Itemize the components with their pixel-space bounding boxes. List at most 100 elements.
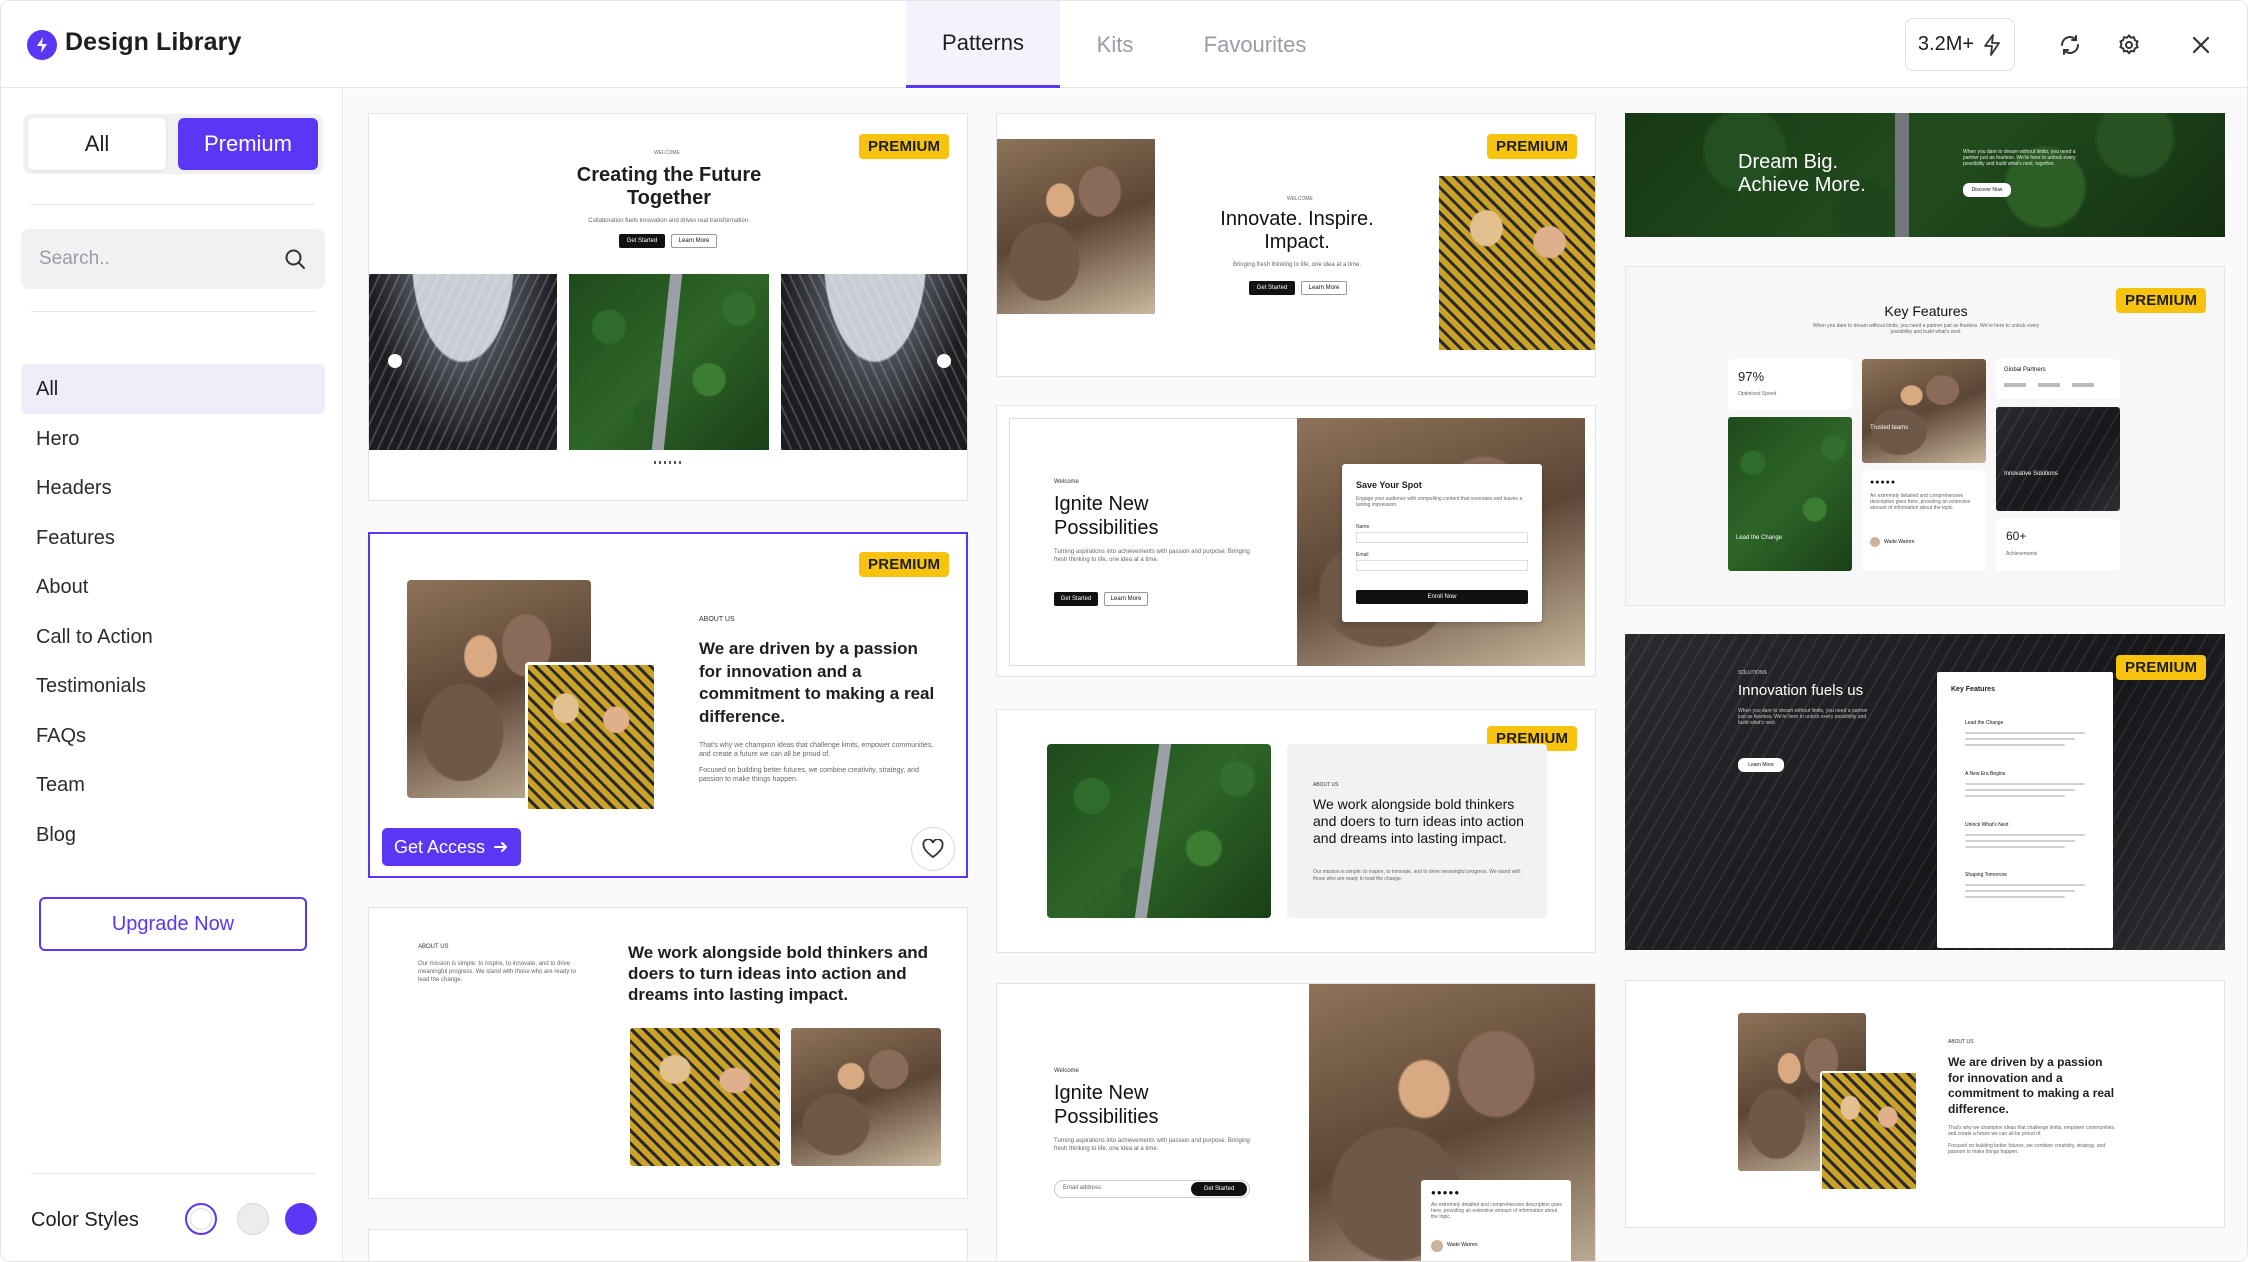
carousel-image bbox=[569, 274, 769, 450]
category-about[interactable]: About bbox=[21, 562, 325, 612]
card-title: Dream Big. Achieve More. bbox=[1738, 151, 1866, 196]
pattern-card-hero-testimonial[interactable]: Welcome Ignite New Possibilities Turning… bbox=[996, 983, 1596, 1261]
learn-more-button: Learn More bbox=[671, 234, 717, 248]
feature-label: Innovative Solutions bbox=[2004, 471, 2058, 477]
learn-more-button: Learn More bbox=[1738, 758, 1784, 772]
stat-card: 60+ Achievements bbox=[1996, 519, 2120, 571]
get-access-button[interactable]: Get Access bbox=[382, 828, 522, 866]
feature-item: Lead the Change bbox=[1965, 720, 2004, 726]
carousel-dots bbox=[654, 461, 684, 464]
card-eyebrow: ABOUT US bbox=[418, 944, 449, 950]
search-icon[interactable] bbox=[283, 247, 307, 271]
testimonial-quote: An extremely detailed and comprehensive … bbox=[1431, 1202, 1562, 1220]
panel-title: Key Features bbox=[1951, 686, 1995, 693]
tab-patterns[interactable]: Patterns bbox=[906, 1, 1060, 88]
card-text: Our mission is simple: to inspire, to in… bbox=[418, 961, 576, 983]
card-eyebrow: Welcome bbox=[1054, 1068, 1079, 1074]
tab-kits[interactable]: Kits bbox=[1060, 1, 1170, 88]
pattern-card-about-passion[interactable]: PREMIUM ABOUT US We are driven by a pass… bbox=[368, 532, 968, 878]
stat-card: 97% Optimised Speed bbox=[1728, 359, 1852, 409]
carousel-prev-icon bbox=[388, 354, 402, 368]
card-title: We work alongside bold thinkers and doer… bbox=[1313, 796, 1524, 846]
stat-value: 60+ bbox=[2006, 529, 2027, 543]
premium-badge: PREMIUM bbox=[859, 134, 950, 159]
card-text: That's why we champion ideas that challe… bbox=[699, 742, 934, 758]
pattern-card-hero-innovate[interactable]: PREMIUM WELCOME Innovate. Inspire. Impac… bbox=[996, 113, 1596, 377]
upgrade-now-button[interactable]: Upgrade Now bbox=[39, 897, 307, 951]
carousel-next-icon bbox=[937, 354, 951, 368]
premium-badge: PREMIUM bbox=[859, 552, 950, 577]
category-all[interactable]: All bbox=[21, 364, 325, 414]
get-access-label: Get Access bbox=[394, 836, 486, 857]
pattern-card-partial[interactable] bbox=[368, 1229, 968, 1261]
star-rating: ●●●●● bbox=[1870, 479, 1897, 486]
arrow-right-icon bbox=[494, 842, 508, 852]
card-eyebrow: SOLUTIONS bbox=[1738, 670, 1767, 676]
features-panel: Key Features Lead the Change A New Era B… bbox=[1937, 672, 2113, 948]
color-swatch-gray[interactable] bbox=[237, 1203, 269, 1235]
card-title: Innovate. Inspire. Impact. bbox=[1220, 208, 1374, 253]
favourite-heart-icon[interactable] bbox=[911, 827, 955, 871]
pattern-card-about-thinkers[interactable]: ABOUT US Our mission is simple: to inspi… bbox=[368, 907, 968, 1199]
filter-premium-button[interactable]: Premium bbox=[178, 118, 318, 170]
pattern-card-about-passion-2[interactable]: ABOUT US We are driven by a passion for … bbox=[1625, 980, 2225, 1228]
settings-gear-icon[interactable] bbox=[2114, 30, 2144, 60]
category-hero[interactable]: Hero bbox=[21, 414, 325, 464]
category-faqs[interactable]: FAQs bbox=[21, 711, 325, 761]
partners-card: Global Partners bbox=[1996, 359, 2120, 399]
card-text: Focused on building better futures, we c… bbox=[699, 767, 919, 783]
category-testimonials[interactable]: Testimonials bbox=[21, 661, 325, 711]
card-eyebrow: WELCOME bbox=[654, 150, 680, 156]
avatar bbox=[1870, 537, 1880, 547]
get-started-button: Get Started bbox=[1191, 1182, 1247, 1196]
form-field-label: Email bbox=[1356, 552, 1369, 558]
about-image-2 bbox=[525, 662, 657, 812]
usage-count-button[interactable]: 3.2M+ bbox=[1905, 18, 2015, 71]
category-team[interactable]: Team bbox=[21, 760, 325, 810]
bolt-icon bbox=[1984, 33, 2000, 56]
hero-background bbox=[1625, 113, 2225, 237]
pattern-card-key-features[interactable]: PREMIUM Key Features When you dare to dr… bbox=[1625, 266, 2225, 606]
pattern-card-hero-dream[interactable]: Dream Big. Achieve More. When you dare t… bbox=[1625, 113, 2225, 237]
close-icon[interactable] bbox=[2186, 30, 2216, 60]
testimonial-quote: An extremely detailed and comprehensive … bbox=[1870, 493, 1971, 511]
pattern-card-features-dark[interactable]: PREMIUM SOLUTIONS Innovation fuels us Wh… bbox=[1625, 634, 2225, 950]
card-eyebrow: ABOUT US bbox=[1313, 782, 1339, 788]
pattern-card-hero-form[interactable]: Welcome Ignite New Possibilities Turning… bbox=[996, 405, 1596, 677]
form-subtitle: Engage your audience with compelling con… bbox=[1356, 496, 1523, 508]
about-image-1 bbox=[630, 1028, 780, 1166]
category-headers[interactable]: Headers bbox=[21, 463, 325, 513]
search-box bbox=[21, 229, 325, 289]
partners-label: Global Partners bbox=[2004, 367, 2046, 373]
filter-all-button[interactable]: All bbox=[28, 118, 166, 170]
logo-icon bbox=[27, 30, 57, 60]
category-call-to-action[interactable]: Call to Action bbox=[21, 612, 325, 662]
tab-favourites[interactable]: Favourites bbox=[1170, 1, 1340, 88]
discover-now-button: Discover Now bbox=[1963, 183, 2011, 197]
color-swatch-light[interactable] bbox=[185, 1203, 217, 1235]
testimonial-name: Wade Warren bbox=[1884, 539, 1915, 545]
about-image bbox=[1047, 744, 1271, 918]
usage-count: 3.2M+ bbox=[1917, 33, 1975, 55]
color-swatch-purple[interactable] bbox=[285, 1203, 317, 1235]
feature-label: Trusted teams bbox=[1870, 425, 1909, 431]
card-text: Our mission is simple: to inspire, to in… bbox=[1313, 869, 1521, 882]
pattern-card-about-forest[interactable]: PREMIUM ABOUT US We work alongside bold … bbox=[996, 709, 1596, 953]
card-text: That's why we champion ideas that challe… bbox=[1948, 1125, 2116, 1137]
signup-form: Save Your Spot Engage your audience with… bbox=[1342, 464, 1542, 622]
refresh-icon[interactable] bbox=[2055, 30, 2085, 60]
color-styles-label: Color Styles bbox=[31, 1209, 139, 1231]
filter-toggle: All Premium bbox=[23, 114, 323, 174]
card-title: Innovation fuels us bbox=[1738, 682, 1864, 699]
category-blog[interactable]: Blog bbox=[21, 810, 325, 860]
star-rating: ●●●●● bbox=[1431, 1188, 1461, 1197]
search-input[interactable] bbox=[39, 229, 269, 289]
card-title: Creating the Future Together bbox=[576, 164, 762, 209]
card-eyebrow: Welcome bbox=[1054, 479, 1079, 485]
pattern-card-hero-carousel[interactable]: PREMIUM WELCOME Creating the Future Toge… bbox=[368, 113, 968, 501]
stat-label: Optimised Speed bbox=[1738, 391, 1777, 397]
category-features[interactable]: Features bbox=[21, 513, 325, 563]
divider bbox=[31, 1173, 315, 1174]
learn-more-button: Learn More bbox=[1301, 281, 1347, 295]
feature-image: Trusted teams bbox=[1862, 359, 1986, 463]
